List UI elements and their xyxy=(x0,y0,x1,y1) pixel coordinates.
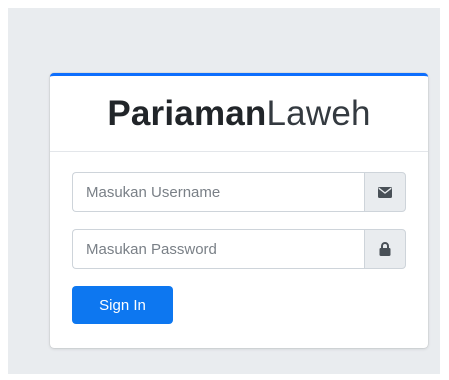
lock-icon xyxy=(379,242,391,256)
card-header: PariamanLaweh xyxy=(50,76,428,152)
username-addon xyxy=(364,172,406,212)
password-addon xyxy=(364,229,406,269)
password-group xyxy=(72,229,406,269)
envelope-icon xyxy=(378,186,392,198)
username-input[interactable] xyxy=(72,172,364,212)
username-group xyxy=(72,172,406,212)
brand-name-bold: Pariaman xyxy=(107,93,267,133)
brand-name-light: Laweh xyxy=(266,93,371,133)
login-card: PariamanLaweh Sign In xyxy=(50,73,428,348)
login-form: Sign In xyxy=(50,152,428,324)
password-input[interactable] xyxy=(72,229,364,269)
sign-in-button[interactable]: Sign In xyxy=(72,286,173,324)
brand-logo[interactable]: PariamanLaweh xyxy=(107,94,370,134)
